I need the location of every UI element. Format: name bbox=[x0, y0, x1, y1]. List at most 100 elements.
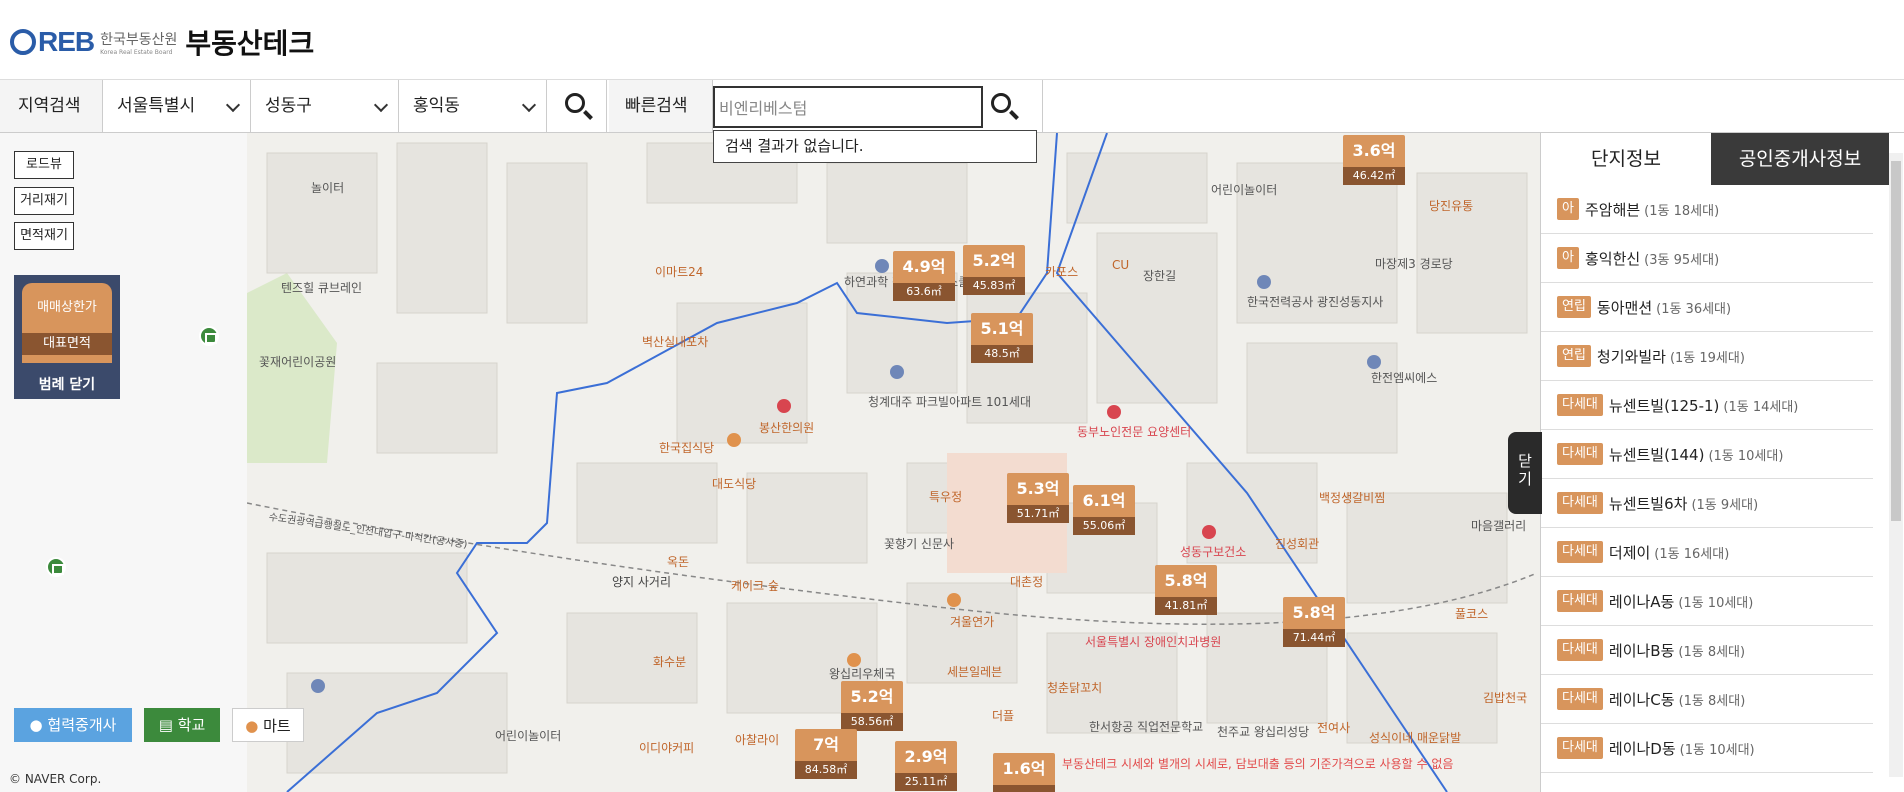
map-place-label: 어린이놀이터 bbox=[1211, 183, 1278, 197]
measure-area-button[interactable]: 면적재기 bbox=[14, 222, 74, 250]
map-place-label: 한국전력공사 광진성동지사 bbox=[1247, 295, 1384, 309]
list-item[interactable]: 다세대 레이나A동 (1동 10세대) bbox=[1541, 577, 1873, 626]
list-scrollbar-thumb[interactable] bbox=[1891, 161, 1901, 521]
complex-info: (3동 95세대) bbox=[1644, 252, 1720, 268]
map-poi-icon[interactable] bbox=[1107, 405, 1121, 419]
map-poi-icon[interactable] bbox=[890, 365, 904, 379]
price-marker-area: 84.58㎡ bbox=[795, 761, 857, 779]
region-search-button[interactable] bbox=[547, 80, 607, 132]
map-poi-icon[interactable] bbox=[1202, 525, 1216, 539]
map-poi-icon[interactable] bbox=[1367, 355, 1381, 369]
price-marker[interactable]: 4.9억 63.6㎡ bbox=[893, 251, 955, 301]
legend-close-button[interactable]: 범례 닫기 bbox=[14, 371, 120, 399]
legend-marker: 매매상한가 대표면적 bbox=[22, 283, 112, 363]
price-marker[interactable]: 1.6억 bbox=[993, 753, 1055, 792]
tab-complex-info[interactable]: 단지정보 bbox=[1541, 133, 1711, 185]
dong-select[interactable]: 홍익동 bbox=[399, 80, 547, 132]
site-title: 부동산테크 bbox=[185, 27, 315, 60]
map-poi-icon[interactable] bbox=[875, 259, 889, 273]
map-place-label: 대촌정 bbox=[1010, 575, 1044, 589]
price-marker[interactable]: 2.9억 25.11㎡ bbox=[895, 741, 957, 791]
map-poi-icon[interactable] bbox=[947, 593, 961, 607]
price-marker-area: 55.06㎡ bbox=[1073, 517, 1135, 535]
map-place-label: 왕십리우체국 bbox=[829, 667, 896, 681]
map-place-label: 풀코스 bbox=[1455, 607, 1489, 621]
price-marker[interactable]: 7억 84.58㎡ bbox=[795, 729, 857, 779]
price-marker-area: 63.6㎡ bbox=[893, 283, 955, 301]
complex-info: (1동 8세대) bbox=[1678, 693, 1746, 709]
school-icon: ▤ bbox=[158, 716, 173, 734]
city-select[interactable]: 서울특별시 bbox=[103, 80, 251, 132]
map-place-label: 한국집식당 bbox=[659, 441, 715, 455]
type-badge: 다세대 bbox=[1557, 688, 1603, 710]
logo[interactable]: REB 한국부동산원 Korea Real Estate Board 부동산테크 bbox=[10, 22, 314, 62]
mart-layer-label: 마트 bbox=[263, 717, 291, 735]
price-marker[interactable]: 5.8억 71.44㎡ bbox=[1283, 597, 1345, 647]
map-poi-icon[interactable] bbox=[777, 399, 791, 413]
price-marker[interactable]: 5.1억 48.5㎡ bbox=[971, 313, 1033, 363]
price-marker[interactable]: 6.1억 55.06㎡ bbox=[1073, 485, 1135, 535]
quick-search-input[interactable] bbox=[713, 86, 983, 128]
price-marker-area: 25.11㎡ bbox=[895, 773, 957, 791]
price-marker[interactable]: 5.2억 45.83㎡ bbox=[963, 245, 1025, 295]
price-marker-area: 48.5㎡ bbox=[971, 345, 1033, 363]
list-item[interactable]: 다세대 뉴센트빌6차 (1동 9세대) bbox=[1541, 479, 1873, 528]
price-marker-area: 45.83㎡ bbox=[963, 277, 1025, 295]
copyright: © NAVER Corp. bbox=[9, 772, 102, 786]
map-place-label: 대도식당 bbox=[712, 477, 757, 491]
list-item[interactable]: 연립 청기와빌라 (1동 19세대) bbox=[1541, 332, 1873, 381]
chevron-down-icon bbox=[373, 97, 389, 113]
list-item[interactable]: 다세대 레이나C동 (1동 8세대) bbox=[1541, 675, 1873, 724]
school-icon[interactable] bbox=[46, 557, 66, 577]
tab-agent-info[interactable]: 공인중개사정보 bbox=[1711, 133, 1889, 185]
type-badge: 다세대 bbox=[1557, 443, 1603, 465]
list-item[interactable]: 아 주암해븐 (1동 18세대) bbox=[1541, 185, 1873, 234]
list-item[interactable]: 다세대 뉴센트빌(144) (1동 10세대) bbox=[1541, 430, 1873, 479]
price-marker[interactable]: 5.2억 58.56㎡ bbox=[841, 681, 903, 731]
measure-distance-button[interactable]: 거리재기 bbox=[14, 187, 74, 215]
price-marker[interactable]: 3.6억 46.42㎡ bbox=[1343, 135, 1405, 185]
map-place-label: 세븐일레븐 bbox=[947, 665, 1003, 679]
quick-search-button[interactable] bbox=[983, 80, 1043, 132]
complex-name: 레이나D동 bbox=[1608, 739, 1676, 758]
list-item[interactable]: 다세대 레이나D동 (1동 10세대) bbox=[1541, 724, 1873, 773]
list-item[interactable]: 아 홍익한신 (3동 95세대) bbox=[1541, 234, 1873, 283]
list-item[interactable]: 다세대 레이나B동 (1동 8세대) bbox=[1541, 626, 1873, 675]
price-marker[interactable]: 5.3억 51.71㎡ bbox=[1007, 473, 1069, 523]
map-place-label: 이디야커피 bbox=[639, 741, 695, 755]
map-poi-icon[interactable] bbox=[727, 433, 741, 447]
list-item[interactable]: 연립 동아맨션 (1동 36세대) bbox=[1541, 283, 1873, 332]
legend: 매매상한가 대표면적 범례 닫기 bbox=[14, 275, 120, 399]
map-place-label: 진성회관 bbox=[1275, 537, 1320, 551]
map-place-label: 서울특별시 장애인치과병원 bbox=[1085, 635, 1222, 649]
district-select-value: 성동구 bbox=[265, 96, 312, 116]
type-badge: 연립 bbox=[1557, 296, 1591, 318]
list-scrollbar[interactable] bbox=[1889, 153, 1903, 777]
map-place-label: 한전엠씨에스 bbox=[1371, 371, 1438, 385]
mart-layer-button[interactable]: ● 마트 bbox=[232, 708, 304, 742]
school-layer-label: 학교 bbox=[177, 716, 206, 734]
price-marker-area: 41.81㎡ bbox=[1155, 597, 1217, 615]
map-place-label: 성식이네 매운닭발 bbox=[1369, 731, 1462, 745]
list-item[interactable]: 다세대 뉴센트빌(125-1) (1동 14세대) bbox=[1541, 381, 1873, 430]
price-marker[interactable]: 5.8억 41.81㎡ bbox=[1155, 565, 1217, 615]
district-select[interactable]: 성동구 bbox=[251, 80, 399, 132]
school-icon[interactable] bbox=[199, 326, 219, 346]
chevron-down-icon bbox=[521, 97, 537, 113]
complex-name: 뉴센트빌(144) bbox=[1608, 445, 1705, 464]
school-layer-button[interactable]: ▤ 학교 bbox=[144, 708, 220, 742]
price-marker-area bbox=[993, 785, 1055, 792]
price-marker-price: 5.2억 bbox=[841, 681, 903, 713]
agent-layer-button[interactable]: ● 협력중개사 bbox=[14, 708, 132, 742]
map-location-icon[interactable] bbox=[311, 679, 325, 693]
left-tool-panel: 로드뷰 거리재기 면적재기 매매상한가 대표면적 범례 닫기 bbox=[0, 133, 247, 792]
list-item[interactable]: 다세대 더제이 (1동 16세대) bbox=[1541, 528, 1873, 577]
map[interactable]: 놀이터 텐즈힐 큐브레인 꽃재어린이공원 이마트24 하연과학 청계벽산플스쿨 … bbox=[247, 133, 1540, 792]
panel-close-tab[interactable]: 닫기 bbox=[1508, 432, 1542, 514]
price-marker-price: 5.3억 bbox=[1007, 473, 1069, 505]
map-poi-icon[interactable] bbox=[1257, 275, 1271, 289]
map-poi-icon[interactable] bbox=[847, 653, 861, 667]
roadview-button[interactable]: 로드뷰 bbox=[14, 151, 74, 179]
price-marker-price: 1.6억 bbox=[993, 753, 1055, 785]
search-bar: 지역검색 서울특별시 성동구 홍익동 빠른검색 bbox=[0, 80, 1904, 133]
